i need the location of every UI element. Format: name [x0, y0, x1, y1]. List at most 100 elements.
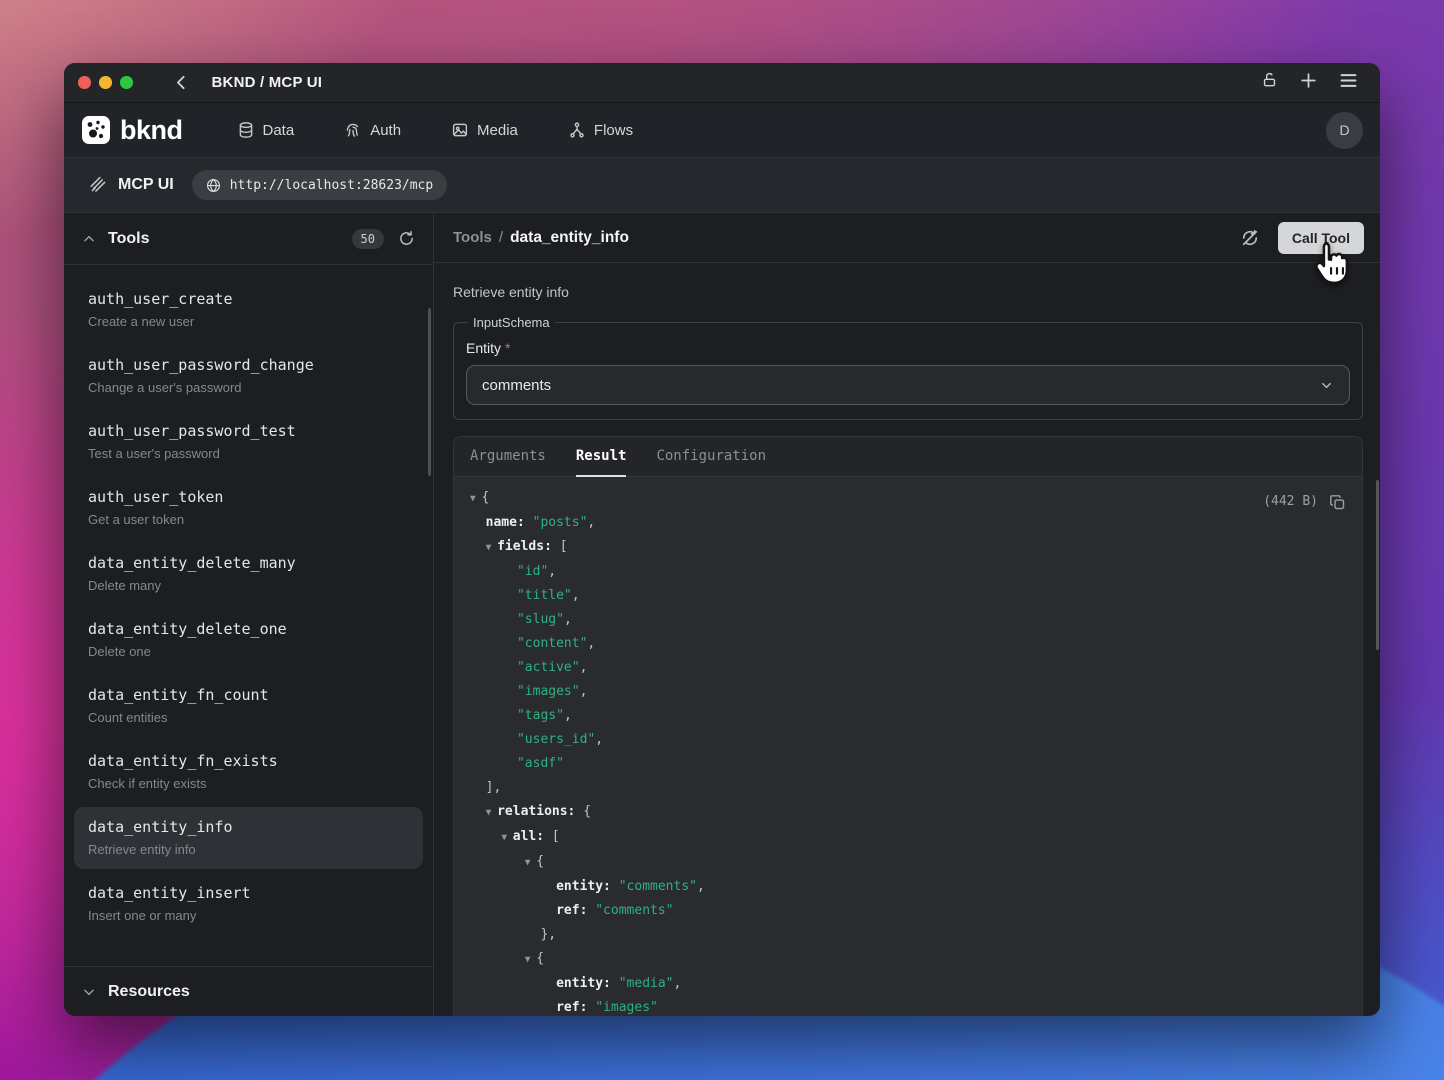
- tool-name: auth_user_password_change: [88, 356, 409, 374]
- json-line: ],: [470, 776, 1346, 800]
- tool-description: Retrieve entity info: [453, 284, 1363, 300]
- tools-list: auth_user_createCreate a new userauth_us…: [64, 265, 433, 966]
- traffic-lights: [78, 76, 133, 89]
- tool-description: Check if entity exists: [88, 776, 409, 791]
- mcp-url-pill[interactable]: http://localhost:28623/mcp: [192, 170, 448, 200]
- nav-item-label: Auth: [370, 122, 401, 139]
- tool-description: Count entities: [88, 710, 409, 725]
- tool-name: auth_user_password_test: [88, 422, 409, 440]
- tool-name: data_entity_fn_exists: [88, 752, 409, 770]
- lock-icon[interactable]: [1261, 71, 1278, 94]
- image-icon: [451, 121, 469, 139]
- tools-header-label: Tools: [108, 230, 149, 248]
- tools-sidebar: Tools 50 auth_user_createCreate a new us…: [64, 213, 434, 1016]
- json-lines: ▼ { name: "posts", ▼ fields: [ "id", "ti…: [470, 486, 1346, 1016]
- main-scrollbar[interactable]: [1376, 480, 1379, 650]
- json-line: ref: "comments": [470, 899, 1346, 923]
- json-line: "asdf": [470, 752, 1346, 776]
- call-tool-button[interactable]: Call Tool: [1278, 222, 1364, 254]
- mcp-layers-icon: [88, 176, 107, 195]
- tool-detail-header: Tools / data_entity_info Call Tool: [434, 213, 1380, 263]
- avatar[interactable]: D: [1326, 112, 1363, 149]
- tool-item-data_entity_fn_count[interactable]: data_entity_fn_countCount entities: [74, 675, 423, 737]
- breadcrumb-tools[interactable]: Tools: [453, 229, 492, 246]
- json-line: "slug",: [470, 608, 1346, 632]
- json-line: "users_id",: [470, 728, 1346, 752]
- refresh-tools-icon[interactable]: [398, 230, 415, 247]
- tool-item-auth_user_token[interactable]: auth_user_tokenGet a user token: [74, 477, 423, 539]
- nav-item-media[interactable]: Media: [451, 121, 518, 139]
- json-line: "tags",: [470, 704, 1346, 728]
- result-card: Arguments Result Configuration (442 B) ▼ {…: [453, 436, 1363, 1016]
- app-window: BKND / MCP UI bknd: [64, 63, 1380, 1016]
- tab-result[interactable]: Result: [576, 437, 627, 477]
- resources-header-label: Resources: [108, 983, 190, 1001]
- json-line: ▼ {: [470, 486, 1346, 511]
- json-result-viewer[interactable]: (442 B) ▼ { name: "posts", ▼ fields: [ "…: [454, 477, 1362, 1016]
- nav-item-data[interactable]: Data: [237, 121, 295, 139]
- minimize-window-icon[interactable]: [99, 76, 112, 89]
- breadcrumb-current-tool: data_entity_info: [510, 229, 629, 247]
- entity-select[interactable]: comments: [466, 365, 1350, 405]
- tool-item-auth_user_password_test[interactable]: auth_user_password_testTest a user's pas…: [74, 411, 423, 473]
- back-icon[interactable]: [173, 74, 190, 91]
- tools-section-header[interactable]: Tools 50: [64, 213, 433, 265]
- new-tab-icon[interactable]: [1299, 71, 1318, 95]
- json-line: entity: "comments",: [470, 875, 1346, 899]
- close-window-icon[interactable]: [78, 76, 91, 89]
- json-line: ▼ fields: [: [470, 535, 1346, 560]
- window-title: BKND / MCP UI: [212, 74, 323, 91]
- input-schema-fieldset: InputSchema Entity* comments: [453, 315, 1363, 420]
- input-schema-legend: InputSchema: [468, 315, 555, 330]
- copy-icon[interactable]: [1329, 494, 1346, 511]
- json-line: },: [470, 923, 1346, 947]
- tool-description: Create a new user: [88, 314, 409, 329]
- entity-field-label: Entity*: [466, 340, 1350, 356]
- tool-item-auth_user_password_change[interactable]: auth_user_password_change Change a user's…: [74, 345, 423, 407]
- json-line: ▼ all: [: [470, 825, 1346, 850]
- json-line: ref: "images": [470, 996, 1346, 1016]
- required-marker: *: [505, 340, 510, 356]
- json-line: ▼ {: [470, 850, 1346, 875]
- chevron-down-icon: [82, 985, 96, 999]
- tab-arguments[interactable]: Arguments: [470, 437, 546, 477]
- json-line: name: "posts",: [470, 511, 1346, 535]
- tool-description: Get a user token: [88, 512, 409, 527]
- json-line: "title",: [470, 584, 1346, 608]
- nav-item-auth[interactable]: Auth: [344, 121, 401, 139]
- bknd-logo-icon: [81, 115, 111, 145]
- nav-item-label: Flows: [594, 122, 633, 139]
- tool-description: Change a user's password: [88, 380, 409, 395]
- nav-item-flows[interactable]: Flows: [568, 121, 633, 139]
- entity-select-value: comments: [482, 377, 551, 394]
- json-line: "id",: [470, 560, 1346, 584]
- result-tabs: Arguments Result Configuration: [454, 437, 1362, 477]
- auto-refresh-off-icon[interactable]: [1240, 228, 1260, 248]
- json-line: entity: "media",: [470, 972, 1346, 996]
- workflow-icon: [568, 121, 586, 139]
- menu-icon[interactable]: [1339, 72, 1358, 94]
- tool-description: Insert one or many: [88, 908, 409, 923]
- resources-section-header[interactable]: Resources: [64, 966, 433, 1016]
- app-navbar: bknd Data Auth Media Flows D: [64, 103, 1380, 158]
- tool-name: data_entity_delete_one: [88, 620, 409, 638]
- json-line: ▼ {: [470, 947, 1346, 972]
- tool-item-data_entity_delete_one[interactable]: data_entity_delete_oneDelete one: [74, 609, 423, 671]
- chevron-down-icon: [1319, 378, 1334, 393]
- nav-item-label: Data: [263, 122, 295, 139]
- mcp-url: http://localhost:28623/mcp: [230, 178, 434, 193]
- tool-name: data_entity_delete_many: [88, 554, 409, 572]
- brand-logo[interactable]: bknd: [81, 115, 183, 146]
- maximize-window-icon[interactable]: [120, 76, 133, 89]
- database-icon: [237, 121, 255, 139]
- tool-item-auth_user_create[interactable]: auth_user_createCreate a new user: [74, 279, 423, 341]
- tool-item-data_entity_insert[interactable]: data_entity_insertInsert one or many: [74, 873, 423, 935]
- tool-item-data_entity_delete_many[interactable]: data_entity_delete_manyDelete many: [74, 543, 423, 605]
- tab-configuration[interactable]: Configuration: [656, 437, 766, 477]
- result-size-label: (442 B): [1263, 490, 1318, 514]
- tool-item-data_entity_info[interactable]: data_entity_infoRetrieve entity info: [74, 807, 423, 869]
- tool-detail-panel: Tools / data_entity_info Call Tool Retri…: [434, 213, 1380, 1016]
- tool-item-data_entity_fn_exists[interactable]: data_entity_fn_exists Check if entity exi…: [74, 741, 423, 803]
- sidebar-scrollbar[interactable]: [428, 308, 431, 476]
- json-line: "content",: [470, 632, 1346, 656]
